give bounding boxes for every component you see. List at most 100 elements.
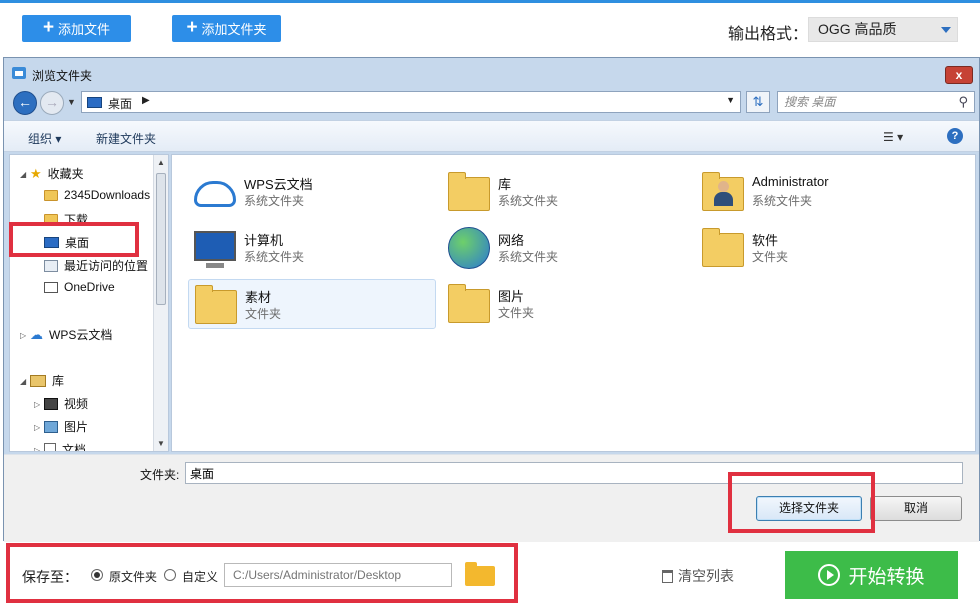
folder-item-administrator[interactable]: Administrator 系统文件夹 [696, 167, 944, 217]
folder-name-input[interactable] [185, 462, 963, 484]
trash-icon [662, 569, 673, 583]
star-icon: ★ [30, 165, 42, 181]
folder-content-pane: WPS云文档 系统文件夹 库 系统文件夹 Administrator 系统文件夹… [171, 154, 976, 452]
clear-list-button[interactable]: 清空列表 [662, 566, 734, 586]
item-type: 系统文件夹 [244, 194, 305, 208]
item-name: WPS云文档 [244, 177, 313, 192]
item-type: 系统文件夹 [498, 250, 559, 264]
select-folder-button[interactable]: 选择文件夹 [756, 496, 862, 521]
address-dropdown-icon[interactable]: ▼ [726, 95, 735, 105]
nav-item-onedrive[interactable]: OneDrive [44, 280, 115, 294]
nav-label: 桌面 [65, 236, 90, 250]
item-name: 软件 [752, 233, 779, 248]
dropdown-arrow-icon [941, 27, 951, 33]
scroll-thumb[interactable] [156, 173, 166, 305]
breadcrumb-chevron-icon[interactable]: ▶ [142, 95, 150, 106]
add-file-button[interactable]: + 添加文件 [22, 15, 131, 42]
view-options-icon[interactable]: ☰ ▾ [883, 130, 903, 144]
recent-places-icon [44, 259, 58, 272]
folder-icon [44, 189, 58, 201]
start-convert-button[interactable]: 开始转换 [785, 551, 958, 599]
new-folder-button[interactable]: 新建文件夹 [96, 130, 156, 147]
nav-item-pictures[interactable]: 图片 [44, 418, 88, 435]
nav-item-wps-cloud[interactable]: ☁ WPS云文档 [30, 326, 112, 343]
expand-arrow-icon[interactable]: ▷ [34, 400, 40, 409]
close-button[interactable]: x [945, 66, 973, 84]
folder-item-computer[interactable]: 计算机 系统文件夹 [188, 223, 436, 273]
onedrive-icon [44, 281, 58, 293]
dialog-toolbar: 组织 ▾ 新建文件夹 ☰ ▾ ? [4, 120, 979, 152]
search-icon[interactable]: ⚲ [958, 94, 968, 110]
wps-cloud-icon [194, 181, 236, 207]
nav-item-downloads[interactable]: 下载 [44, 211, 88, 228]
nav-item-videos[interactable]: 视频 [44, 395, 88, 412]
dialog-bottom-area: 文件夹: 选择文件夹 取消 [4, 454, 979, 542]
nav-label: 库 [52, 374, 65, 388]
save-to-label: 保存至： [22, 569, 78, 585]
custom-folder-label[interactable]: 自定义 [182, 568, 218, 585]
library-icon [30, 374, 46, 387]
folder-icon [44, 214, 58, 225]
documents-icon [44, 443, 56, 451]
desktop-icon [44, 237, 59, 248]
item-name: 图片 [498, 289, 525, 304]
plus-icon: + [186, 17, 198, 38]
nav-label: 收藏夹 [47, 167, 84, 181]
dialog-title: 浏览文件夹 [32, 69, 93, 83]
output-format-value: OGG 高品质 [818, 21, 897, 37]
nav-item-favorites[interactable]: ★ 收藏夹 [30, 165, 84, 182]
start-convert-label: 开始转换 [848, 566, 925, 588]
collapse-arrow-icon[interactable]: ◢ [20, 170, 26, 179]
nav-item-documents[interactable]: 文档 [44, 441, 86, 451]
expand-arrow-icon[interactable]: ▷ [34, 423, 40, 432]
back-arrow-icon[interactable]: ← [13, 91, 37, 115]
nav-item-recent-places[interactable]: 最近访问的位置 [44, 257, 148, 274]
folder-item-software[interactable]: 软件 文件夹 [696, 223, 944, 273]
scroll-down-arrow-icon[interactable]: ▼ [157, 439, 165, 448]
expand-arrow-icon[interactable]: ▷ [20, 331, 26, 340]
organize-menu[interactable]: 组织 ▾ [28, 130, 61, 147]
dialog-title-bar[interactable]: 浏览文件夹 x [4, 58, 979, 88]
item-name: 库 [498, 177, 512, 192]
help-icon[interactable]: ? [947, 128, 963, 144]
original-folder-label[interactable]: 原文件夹 [109, 568, 157, 585]
search-input[interactable] [784, 94, 944, 110]
nav-item-library[interactable]: 库 [30, 372, 64, 389]
folder-item-materials[interactable]: 素材 文件夹 [188, 279, 436, 329]
nav-item-2345downloads[interactable]: 2345Downloads [44, 188, 150, 202]
expand-arrow-icon[interactable]: ▷ [34, 446, 40, 451]
folder-item-pictures[interactable]: 图片 文件夹 [442, 279, 690, 329]
library-folder-icon [448, 172, 490, 211]
folder-item-wps-cloud[interactable]: WPS云文档 系统文件夹 [188, 167, 436, 217]
refresh-icon[interactable]: ⇅ [746, 91, 770, 113]
browse-folder-icon[interactable] [465, 562, 495, 586]
nav-label: OneDrive [64, 280, 115, 294]
nav-item-desktop[interactable]: 桌面 [44, 234, 89, 251]
add-folder-button[interactable]: + 添加文件夹 [172, 15, 281, 42]
original-folder-radio[interactable] [91, 569, 103, 581]
address-bar[interactable]: 桌面 ▶ ▼ [81, 91, 741, 113]
nav-scrollbar[interactable]: ▲ ▼ [153, 155, 168, 451]
folder-item-library[interactable]: 库 系统文件夹 [442, 167, 690, 217]
item-name: 网络 [498, 233, 525, 248]
folder-item-network[interactable]: 网络 系统文件夹 [442, 223, 690, 273]
top-accent-bar [0, 0, 980, 3]
plus-icon: + [42, 17, 55, 38]
history-dropdown-icon[interactable]: ▼ [67, 97, 76, 107]
item-type: 系统文件夹 [244, 250, 305, 264]
forward-arrow-icon[interactable]: → [40, 91, 64, 115]
output-format-select[interactable]: OGG 高品质 [808, 17, 958, 42]
nav-label: 下载 [64, 213, 89, 227]
computer-icon [194, 231, 236, 268]
collapse-arrow-icon[interactable]: ◢ [20, 377, 26, 386]
scroll-up-arrow-icon[interactable]: ▲ [157, 158, 165, 167]
output-path-input[interactable] [224, 563, 452, 587]
custom-folder-radio[interactable] [164, 569, 176, 581]
nav-label: 视频 [64, 397, 89, 411]
cancel-button[interactable]: 取消 [870, 496, 962, 521]
folder-icon [702, 228, 744, 267]
app-window-icon [12, 67, 26, 79]
folder-icon [195, 285, 237, 324]
pictures-icon [44, 420, 58, 433]
nav-label: 最近访问的位置 [64, 259, 149, 273]
